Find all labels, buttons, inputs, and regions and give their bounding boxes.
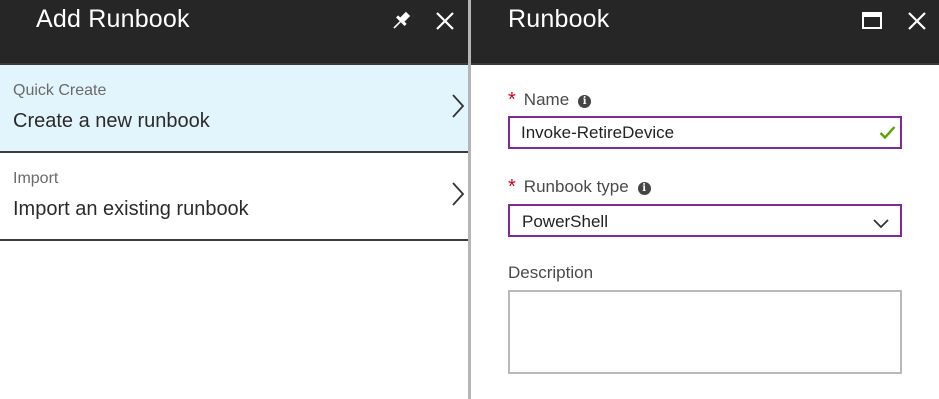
blade-title: Runbook <box>508 5 610 33</box>
required-asterisk: * <box>508 176 516 198</box>
name-field[interactable] <box>508 116 902 149</box>
chevron-right-icon <box>450 180 466 213</box>
name-label: * Name i <box>508 88 592 111</box>
description-label: Description <box>508 263 594 282</box>
import-item[interactable]: Import Import an existing runbook <box>0 153 468 241</box>
blade-title: Add Runbook <box>36 5 190 33</box>
runbook-type-value: PowerShell <box>522 212 608 231</box>
runbook-blade: Runbook *Namei *Runbook typei PowerShell <box>471 0 939 399</box>
item-subtitle: Quick Create <box>13 82 107 99</box>
required-asterisk: * <box>508 89 516 111</box>
runbook-type-label-text: Runbook type <box>523 177 629 196</box>
checkmark-icon <box>879 125 896 145</box>
chevron-down-icon <box>873 216 889 234</box>
item-label: Import an existing runbook <box>13 198 249 220</box>
runbook-type-select[interactable]: PowerShell <box>508 204 902 237</box>
quick-create-item[interactable]: Quick Create Create a new runbook <box>0 65 468 153</box>
add-runbook-blade: Add Runbook Quick Create Create a new ru… <box>0 0 468 399</box>
pin-icon[interactable] <box>388 8 414 34</box>
maximize-icon[interactable] <box>859 8 885 34</box>
name-label-text: Name <box>523 90 570 109</box>
runbook-type-label: * Runbook type i <box>508 175 651 198</box>
blade-header: Add Runbook <box>0 0 468 65</box>
close-icon[interactable] <box>904 8 930 34</box>
description-textarea[interactable] <box>508 290 902 374</box>
info-icon[interactable]: i <box>637 182 651 195</box>
info-icon[interactable]: i <box>578 95 592 108</box>
item-subtitle: Import <box>13 170 59 187</box>
name-input[interactable] <box>521 123 861 143</box>
close-icon[interactable] <box>432 8 458 34</box>
chevron-right-icon <box>450 92 466 125</box>
item-label: Create a new runbook <box>13 110 210 132</box>
blade-header: Runbook <box>471 0 939 65</box>
